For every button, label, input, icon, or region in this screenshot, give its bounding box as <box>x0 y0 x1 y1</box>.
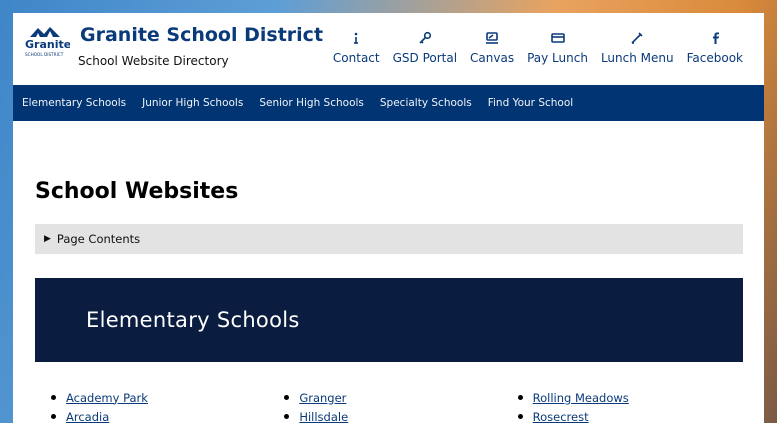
nav-item-find-your-school[interactable]: Find Your School <box>488 97 573 109</box>
quick-links: Contact GSD Portal Canvas Pay Lunch Lunc… <box>333 29 743 65</box>
quick-link-gsd-portal[interactable]: GSD Portal <box>393 29 457 65</box>
key-icon <box>418 29 432 47</box>
bullet-icon <box>284 395 290 400</box>
page-contents-label: Page Contents <box>56 232 141 246</box>
quick-link-label: GSD Portal <box>392 51 458 65</box>
bullet-icon <box>51 395 56 400</box>
quick-link-lunch-menu[interactable]: Lunch Menu <box>601 29 674 65</box>
district-logo[interactable]: Granite SCHOOL DISTRICT <box>24 23 71 59</box>
site-title[interactable]: Granite School District <box>80 24 323 46</box>
page: Granite SCHOOL DISTRICT Granite School D… <box>13 13 764 423</box>
quick-link-contact[interactable]: Contact <box>333 29 380 65</box>
quick-link-label: Lunch Menu <box>600 51 674 65</box>
info-icon <box>349 29 363 47</box>
quick-link-pay-lunch[interactable]: Pay Lunch <box>527 29 588 65</box>
nav-item-specialty-schools[interactable]: Specialty Schools <box>380 97 472 109</box>
bullet-icon <box>517 395 523 400</box>
school-column: Rolling Meadows Rosecrest <box>517 388 751 423</box>
nav-item-senior-high-schools[interactable]: Senior High Schools <box>259 97 364 109</box>
list-item: Granger <box>284 388 517 407</box>
pencil-icon <box>630 29 644 47</box>
logo-wordmark: Granite <box>25 38 70 51</box>
school-link[interactable]: Academy Park <box>66 391 148 405</box>
logo-subtext: SCHOOL DISTRICT <box>25 52 64 57</box>
school-list: Academy Park Arcadia Granger Hillsdale R… <box>51 388 751 423</box>
bullet-icon <box>517 414 523 419</box>
facebook-icon <box>708 29 722 47</box>
school-link[interactable]: Rolling Meadows <box>533 391 629 405</box>
bullet-icon <box>284 414 290 419</box>
page-title: School Websites <box>35 179 239 204</box>
school-column: Academy Park Arcadia <box>51 388 284 423</box>
list-item: Arcadia <box>51 407 284 423</box>
school-link[interactable]: Hillsdale <box>299 410 348 423</box>
list-item: Academy Park <box>51 388 284 407</box>
list-item: Rolling Meadows <box>517 388 751 407</box>
site-header: Granite SCHOOL DISTRICT Granite School D… <box>13 13 764 85</box>
school-link[interactable]: Granger <box>299 391 346 405</box>
site-subtitle: School Website Directory <box>78 54 229 68</box>
quick-link-canvas[interactable]: Canvas <box>470 29 514 65</box>
credit-card-icon <box>550 29 565 47</box>
school-link[interactable]: Arcadia <box>66 410 109 423</box>
section-heading: Elementary Schools <box>86 308 300 332</box>
list-item: Hillsdale <box>284 407 517 423</box>
school-column: Granger Hillsdale <box>284 388 517 423</box>
page-contents-toggle[interactable]: ▶ Page Contents <box>35 224 743 254</box>
triangle-right-icon: ▶ <box>44 234 51 244</box>
quick-link-label: Pay Lunch <box>527 51 588 65</box>
quick-link-label: Canvas <box>470 51 515 65</box>
canvas-icon <box>485 29 499 47</box>
school-link[interactable]: Rosecrest <box>533 410 589 423</box>
quick-link-label: Facebook <box>686 51 743 65</box>
list-item: Rosecrest <box>517 407 751 423</box>
section-banner: Elementary Schools <box>35 278 743 362</box>
nav-item-elementary-schools[interactable]: Elementary Schools <box>22 97 126 109</box>
main-nav: Elementary Schools Junior High Schools S… <box>13 85 764 121</box>
bullet-icon <box>51 414 56 419</box>
quick-link-facebook[interactable]: Facebook <box>687 29 743 65</box>
nav-item-junior-high-schools[interactable]: Junior High Schools <box>142 97 243 109</box>
quick-link-label: Contact <box>332 51 380 65</box>
